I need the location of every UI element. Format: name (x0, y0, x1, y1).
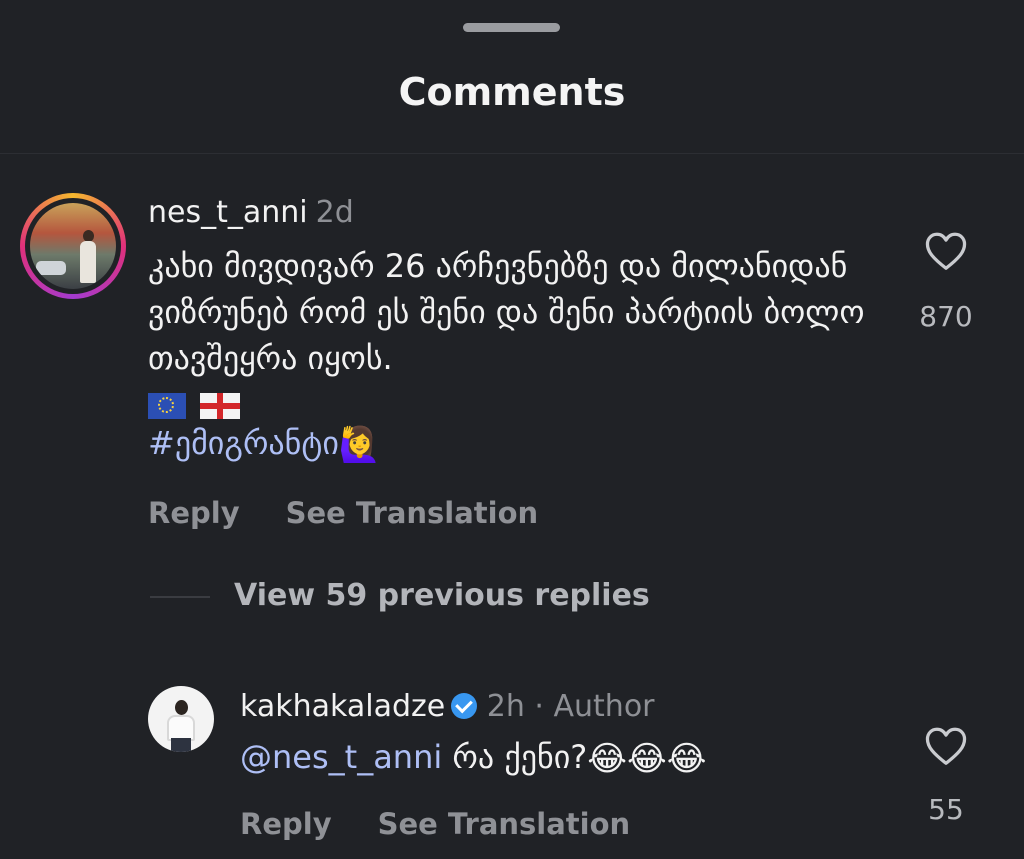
author-avatar[interactable] (148, 686, 214, 752)
comment-text: კახი მივდივარ 26 არჩევნებზე და მილანიდან… (148, 247, 865, 377)
eu-flag-icon (148, 393, 186, 419)
reply-header: kakhakaladze 2h · Author (240, 689, 655, 724)
hashtag-line: #ემიგრანტი🙋‍♀️ (148, 424, 381, 462)
sheet-title: Comments (398, 70, 626, 114)
reply-see-translation-button[interactable]: See Translation (378, 807, 631, 841)
comment-username[interactable]: nes_t_anni (148, 195, 308, 230)
heart-icon[interactable] (924, 231, 968, 271)
comment-like-count: 870 (919, 300, 973, 333)
view-previous-replies-button[interactable]: View 59 previous replies (234, 578, 650, 613)
reply-reply-button[interactable]: Reply (240, 807, 332, 841)
reply-time: 2h (486, 689, 525, 724)
reply-like-count: 55 (928, 793, 964, 826)
commenter-avatar[interactable] (20, 193, 126, 299)
georgia-flag-icon (200, 393, 240, 419)
comment-text-block: კახი მივდივარ 26 არჩევნებზე და მილანიდან… (148, 243, 878, 427)
reply-username[interactable]: kakhakaladze (240, 689, 445, 724)
reply-button[interactable]: Reply (148, 496, 240, 530)
drag-handle[interactable] (463, 23, 560, 32)
raising-hand-emoji-icon: 🙋‍♀️ (338, 425, 382, 465)
comment-actions: Reply See Translation (148, 496, 584, 530)
meta-separator: · (534, 689, 544, 724)
comment-time: 2d (315, 195, 354, 230)
see-translation-button[interactable]: See Translation (286, 496, 539, 530)
author-label: Author (553, 689, 655, 724)
reply-text: რა ქენი? (452, 738, 588, 776)
comment-header: nes_t_anni 2d (148, 195, 354, 230)
verified-badge-icon (451, 693, 478, 719)
reply-actions: Reply See Translation (240, 807, 676, 841)
laughing-emoji-icon: 😂😂😂 (587, 739, 707, 779)
header-divider (0, 153, 1024, 154)
reply-text-block: @nes_t_anni რა ქენი?😂😂😂 (240, 738, 706, 776)
hashtag-link[interactable]: #ემიგრანტი (148, 424, 339, 462)
reply-heart-icon[interactable] (924, 726, 968, 766)
mention-link[interactable]: @nes_t_anni (240, 738, 442, 776)
comments-sheet: Comments nes_t_anni 2d კახი მივდივარ 26 ა… (0, 0, 1024, 859)
avatar-photo (30, 203, 116, 289)
replies-divider-line (150, 596, 210, 598)
